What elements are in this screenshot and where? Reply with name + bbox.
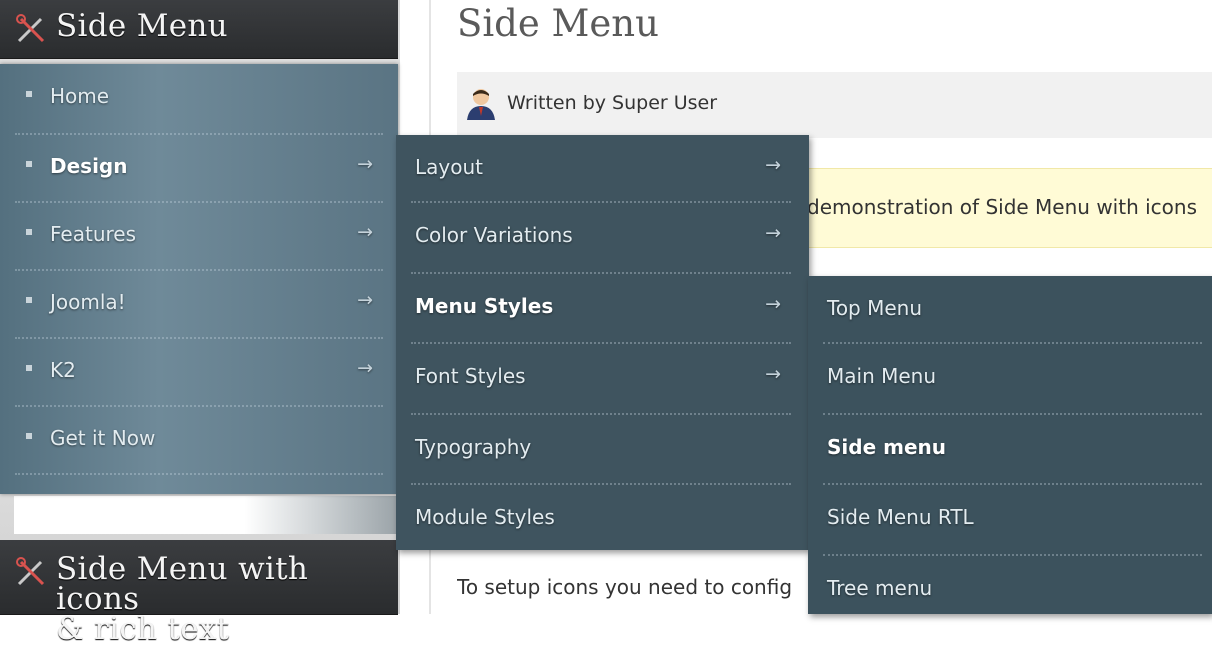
arrow-right-icon: → bbox=[765, 363, 781, 385]
menu-item-main-menu[interactable]: Main Menu bbox=[823, 344, 1202, 415]
menu-item-label: Tree menu bbox=[827, 576, 933, 600]
arrow-right-icon: → bbox=[765, 293, 781, 315]
menu-item-k2[interactable]: K2 → bbox=[15, 338, 383, 407]
tools-icon bbox=[16, 14, 45, 43]
menu-item-label: Layout bbox=[415, 155, 483, 179]
user-avatar-icon bbox=[467, 89, 495, 120]
arrow-right-icon: → bbox=[357, 221, 373, 243]
menu-item-design[interactable]: Design → bbox=[15, 134, 383, 203]
module-gap bbox=[14, 496, 398, 534]
side-menu-level2: Layout → Color Variations → Menu Styles … bbox=[396, 135, 809, 550]
arrow-right-icon: → bbox=[765, 222, 781, 244]
arrow-right-icon: → bbox=[765, 154, 781, 176]
menu-item-typography[interactable]: Typography bbox=[411, 415, 791, 485]
menu-item-side-menu-rtl[interactable]: Side Menu RTL bbox=[823, 485, 1202, 556]
menu-item-layout[interactable]: Layout → bbox=[411, 135, 791, 203]
menu-item-label: Joomla! bbox=[50, 290, 126, 314]
module-header-side-menu: Side Menu bbox=[0, 0, 398, 59]
menu-item-label: Side Menu RTL bbox=[827, 505, 974, 529]
arrow-right-icon: → bbox=[357, 153, 373, 175]
author-name: Written by Super User bbox=[507, 92, 718, 114]
bullet-icon bbox=[26, 297, 32, 303]
bullet-icon bbox=[26, 229, 32, 235]
menu-item-joomla[interactable]: Joomla! → bbox=[15, 270, 383, 339]
menu-item-tree-menu[interactable]: Tree menu bbox=[823, 556, 1202, 614]
module-header-side-menu-icons: Side Menu with icons & rich text bbox=[0, 540, 398, 645]
menu-item-label: Home bbox=[50, 84, 110, 108]
bullet-icon bbox=[26, 365, 32, 371]
arrow-right-icon: → bbox=[357, 289, 373, 311]
bullet-icon bbox=[26, 433, 32, 439]
menu-item-label: Typography bbox=[415, 435, 532, 459]
menu-item-side-menu[interactable]: Side menu bbox=[823, 415, 1202, 485]
menu-item-features[interactable]: Features → bbox=[15, 202, 383, 271]
menu-item-top-menu[interactable]: Top Menu bbox=[823, 276, 1202, 344]
menu-item-module-styles[interactable]: Module Styles bbox=[411, 485, 791, 550]
bullet-icon bbox=[26, 91, 32, 97]
module-title: Side Menu with icons & rich text bbox=[56, 551, 309, 647]
menu-item-label: Top Menu bbox=[827, 296, 923, 320]
menu-item-label: Font Styles bbox=[415, 364, 526, 388]
menu-item-label: Menu Styles bbox=[415, 294, 554, 318]
menu-item-color-variations[interactable]: Color Variations → bbox=[411, 203, 791, 274]
menu-item-label: Get it Now bbox=[50, 426, 156, 450]
menu-item-font-styles[interactable]: Font Styles → bbox=[411, 344, 791, 415]
page-title: Side Menu bbox=[457, 2, 659, 45]
arrow-right-icon: → bbox=[357, 357, 373, 379]
setup-text: To setup icons you need to config bbox=[457, 575, 793, 599]
menu-item-get-it-now[interactable]: Get it Now bbox=[15, 406, 383, 475]
author-bar: Written by Super User bbox=[457, 72, 1212, 138]
menu-item-home[interactable]: Home bbox=[15, 64, 383, 135]
side-menu-level1: Home Design → Features → Joomla! → K2 → … bbox=[0, 64, 398, 494]
menu-item-label: Color Variations bbox=[415, 223, 573, 247]
note-text: demonstration of Side Menu with icons bbox=[807, 195, 1197, 219]
module-title: Side Menu bbox=[56, 8, 228, 44]
menu-item-label: Design bbox=[50, 154, 128, 178]
tools-icon bbox=[16, 557, 45, 586]
menu-item-label: Features bbox=[50, 222, 136, 246]
menu-item-label: Module Styles bbox=[415, 505, 555, 529]
menu-item-menu-styles[interactable]: Menu Styles → bbox=[411, 274, 791, 344]
bullet-icon bbox=[26, 161, 32, 167]
menu-item-label: K2 bbox=[50, 358, 76, 382]
menu-item-label: Side menu bbox=[827, 435, 946, 459]
menu-item-label: Main Menu bbox=[827, 364, 937, 388]
side-menu-level3: Top Menu Main Menu Side menu Side Menu R… bbox=[808, 276, 1212, 614]
